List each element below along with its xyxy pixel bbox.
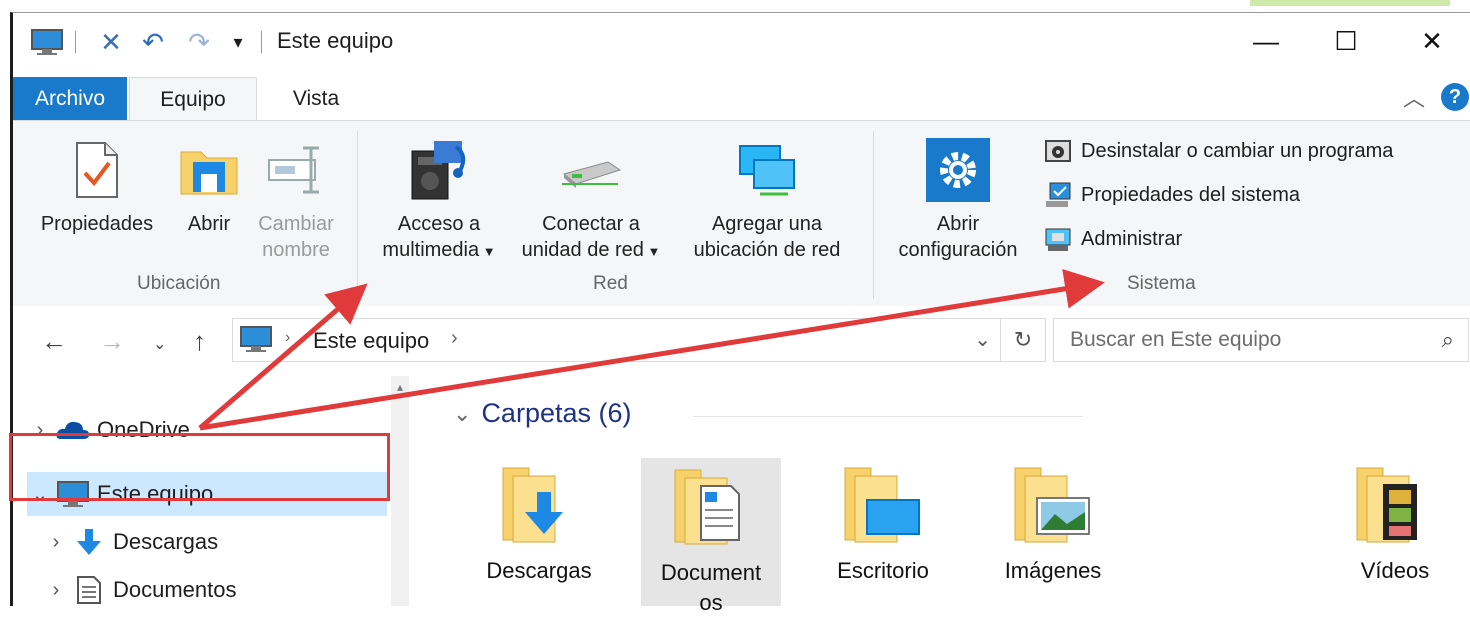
search-icon[interactable]: ⌕ xyxy=(1442,327,1454,353)
breadcrumb-chevron-icon[interactable]: › xyxy=(451,327,458,350)
agregar-ubicacion-red-button[interactable]: Agregar una ubicación de red xyxy=(677,135,857,263)
customize-toolbar-icon[interactable]: ▾ xyxy=(223,25,253,59)
back-arrow-icon[interactable]: ← xyxy=(41,326,67,357)
download-icon xyxy=(69,527,109,557)
propiedades-button[interactable]: Propiedades xyxy=(27,135,167,237)
properties-icon xyxy=(27,135,167,205)
manage-computer-icon xyxy=(1043,224,1073,254)
abrir-configuracion-button[interactable]: Abrir configuración xyxy=(885,135,1031,263)
help-icon[interactable]: ? xyxy=(1441,83,1469,111)
delete-icon[interactable]: ✕ xyxy=(93,25,129,59)
nav-item-descargas[interactable]: › Descargas xyxy=(43,520,383,564)
tab-archivo[interactable]: Archivo xyxy=(13,77,127,121)
group-label-ubicacion: Ubicación xyxy=(137,273,221,294)
computer-icon[interactable] xyxy=(27,25,67,59)
system-properties-icon xyxy=(1043,180,1073,210)
desktop-folder-icon xyxy=(813,456,953,552)
collapse-group-icon[interactable]: ⌄ xyxy=(453,401,471,427)
videos-folder-icon xyxy=(1325,456,1465,552)
file-explorer-window: ✕ ↶ ↷ ▾ Este equipo — ☐ ✕ Archivo Equipo… xyxy=(10,12,1470,615)
title-bar: ✕ ↶ ↷ ▾ Este equipo — ☐ ✕ xyxy=(13,13,1470,71)
search-input[interactable]: Buscar en Este equipo xyxy=(1070,328,1281,352)
folder-imagenes[interactable]: Imágenes xyxy=(983,456,1123,586)
address-dropdown-icon[interactable]: ⌄ xyxy=(974,327,991,352)
up-arrow-icon[interactable]: ↑ xyxy=(193,326,206,357)
documents-folder-icon xyxy=(641,458,781,554)
scroll-up-icon[interactable]: ▴ xyxy=(391,380,409,394)
ribbon-panel: Propiedades Abrir Cambiar nombre Ubicaci… xyxy=(13,120,1470,308)
minimize-button[interactable]: — xyxy=(1231,19,1301,63)
add-network-location-icon xyxy=(677,135,857,205)
open-folder-icon xyxy=(173,135,245,205)
uninstall-icon xyxy=(1043,136,1073,166)
redo-icon[interactable]: ↷ xyxy=(181,25,217,59)
pictures-folder-icon xyxy=(983,456,1123,552)
scrollbar[interactable]: ▴ xyxy=(391,376,409,606)
nav-item-documentos[interactable]: › Documentos xyxy=(43,568,383,612)
maximize-button[interactable]: ☐ xyxy=(1311,19,1381,63)
administrar-button[interactable]: Administrar xyxy=(1043,221,1182,257)
ribbon-tabs: Archivo Equipo Vista ︿ ? xyxy=(13,71,1470,122)
group-label-red: Red xyxy=(593,273,628,294)
rename-icon xyxy=(251,135,341,205)
breadcrumb[interactable]: Este equipo xyxy=(313,328,429,354)
settings-gear-icon xyxy=(885,135,1031,205)
abrir-button[interactable]: Abrir xyxy=(173,135,245,237)
downloads-folder-icon xyxy=(469,456,609,552)
undo-icon[interactable]: ↶ xyxy=(135,25,171,59)
expand-chevron-icon[interactable]: › xyxy=(43,531,69,554)
content-pane: ⌄ Carpetas (6) Descargas Document os Esc… xyxy=(423,376,1470,615)
refresh-icon[interactable]: ↻ xyxy=(1000,319,1045,361)
tab-vista[interactable]: Vista xyxy=(271,77,361,121)
folder-escritorio[interactable]: Escritorio xyxy=(813,456,953,586)
search-box[interactable]: Buscar en Este equipo ⌕ xyxy=(1053,318,1469,362)
conectar-unidad-red-button[interactable]: Conectar a unidad de red ▼ xyxy=(511,135,671,265)
tab-equipo[interactable]: Equipo xyxy=(129,77,257,122)
network-drive-icon xyxy=(511,135,671,205)
background-strip xyxy=(0,0,1470,12)
folder-videos[interactable]: Vídeos xyxy=(1325,456,1465,586)
cambiar-nombre-button[interactable]: Cambiar nombre xyxy=(251,135,341,263)
acceso-multimedia-button[interactable]: Acceso a multimedia ▼ xyxy=(369,135,509,265)
desinstalar-programa-button[interactable]: Desinstalar o cambiar un programa xyxy=(1043,133,1393,169)
computer-icon xyxy=(239,325,273,358)
navigation-bar: ← → ⌄ ↑ › Este equipo › ⌄ ↻ Buscar en Es… xyxy=(13,306,1470,376)
annotation-highlight-box xyxy=(9,433,390,501)
folders-group-header[interactable]: ⌄ Carpetas (6) xyxy=(453,398,1083,429)
close-button[interactable]: ✕ xyxy=(1397,19,1467,63)
propiedades-sistema-button[interactable]: Propiedades del sistema xyxy=(1043,177,1300,213)
breadcrumb-chevron-icon[interactable]: › xyxy=(285,329,290,347)
collapse-ribbon-icon[interactable]: ︿ xyxy=(1403,81,1425,113)
recent-locations-icon[interactable]: ⌄ xyxy=(153,334,166,354)
window-title: Este equipo xyxy=(277,28,394,53)
forward-arrow-icon[interactable]: → xyxy=(99,326,125,357)
group-label-sistema: Sistema xyxy=(1127,273,1196,294)
folder-documentos[interactable]: Document os xyxy=(641,458,781,615)
document-icon xyxy=(69,575,109,605)
media-access-icon xyxy=(369,135,509,205)
address-bar[interactable]: › Este equipo › ⌄ ↻ xyxy=(232,318,1046,362)
expand-chevron-icon[interactable]: › xyxy=(43,579,69,602)
folder-descargas[interactable]: Descargas xyxy=(469,456,609,586)
